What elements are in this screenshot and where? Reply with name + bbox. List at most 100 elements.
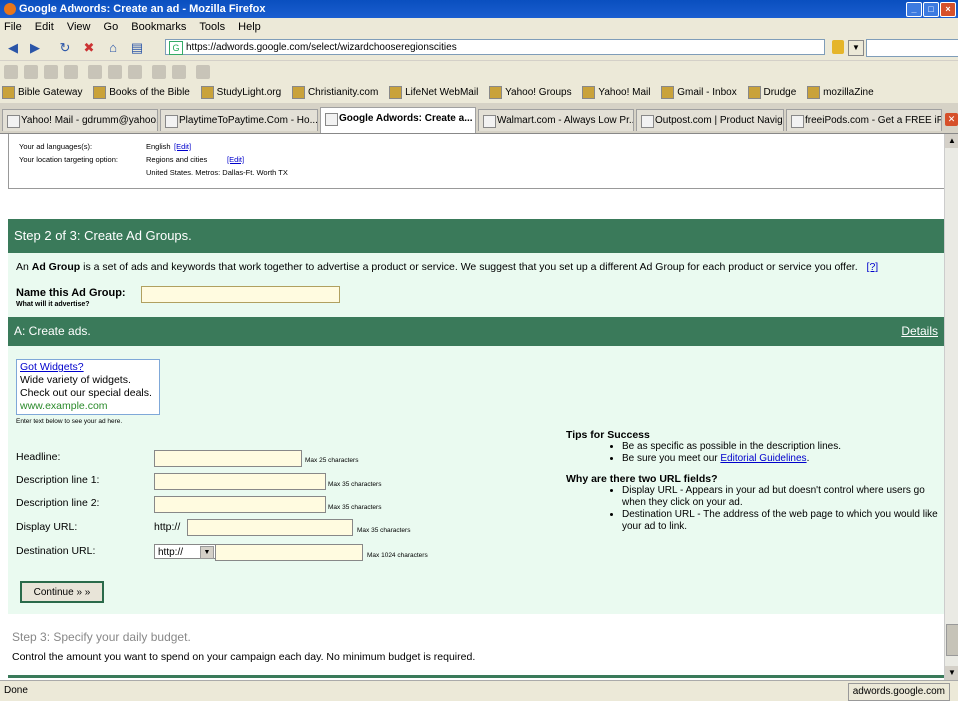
bookmark-item[interactable]: Books of the Bible <box>91 83 190 103</box>
location-value: Regions and cities <box>146 155 208 164</box>
location-label: Your location targeting option: <box>19 155 118 164</box>
ad-group-name-label: Name this Ad Group: <box>16 287 126 299</box>
search-input[interactable] <box>866 39 958 57</box>
bookmark-favicon-icon <box>2 85 15 99</box>
headline-input[interactable] <box>154 450 302 467</box>
headline-max: Max 25 characters <box>305 457 359 464</box>
cut-icon[interactable] <box>24 65 38 79</box>
tab-strip: Yahoo! Mail - gdrumm@yahoo... PlaytimeTo… <box>0 103 958 134</box>
tab-favicon-icon <box>7 115 20 128</box>
desc2-input[interactable] <box>154 496 326 513</box>
bookmark-item[interactable]: StudyLight.org <box>199 83 282 103</box>
status-text: Done <box>4 685 28 696</box>
bookmark-label: Bible Gateway <box>18 87 83 98</box>
bookmark-favicon-icon <box>661 85 675 99</box>
display-url-input[interactable] <box>187 519 353 536</box>
mail-icon[interactable] <box>152 65 166 79</box>
bookmark-favicon-icon <box>582 85 596 99</box>
menu-edit[interactable]: Edit <box>35 21 54 33</box>
back-icon[interactable]: ◀ <box>4 39 22 57</box>
desc1-label: Description line 1: <box>16 474 100 486</box>
tab-walmart[interactable]: Walmart.com - Always Low Pr... <box>478 109 634 131</box>
window-title: Google Adwords: Create an ad - Mozilla F… <box>19 3 266 15</box>
home-icon[interactable]: ⌂ <box>104 39 122 57</box>
display-url-max: Max 35 characters <box>357 527 411 534</box>
new-icon[interactable] <box>4 65 18 79</box>
copy-icon[interactable] <box>44 65 58 79</box>
bookmark-item[interactable]: Yahoo! Groups <box>487 83 572 103</box>
menu-bookmarks[interactable]: Bookmarks <box>131 21 186 33</box>
bookmark-item[interactable]: Gmail - Inbox <box>659 83 737 103</box>
status-bar: Done adwords.google.com <box>0 680 958 701</box>
location-edit-link[interactable]: [Edit] <box>227 155 244 164</box>
menu-tools[interactable]: Tools <box>199 21 225 33</box>
url-dropdown-icon[interactable]: ▼ <box>848 40 864 56</box>
destination-url-input[interactable] <box>215 544 363 561</box>
menu-view[interactable]: View <box>67 21 91 33</box>
scroll-down-icon[interactable]: ▼ <box>945 666 958 680</box>
bookmark-label: Christianity.com <box>307 87 379 98</box>
stop-icon[interactable]: ✖ <box>80 39 98 57</box>
bookmark-favicon-icon <box>747 85 761 99</box>
bookmark-label: Books of the Bible <box>109 87 190 98</box>
printer-icon[interactable] <box>196 65 210 79</box>
address-bar[interactable]: G https://adwords.google.com/select/wiza… <box>165 39 825 55</box>
preview-headline[interactable]: Got Widgets? <box>20 361 156 374</box>
display-url-prefix: http:// <box>154 521 181 533</box>
scrollbar-thumb[interactable] <box>946 624 958 656</box>
forward-icon[interactable]: ▶ <box>26 39 44 57</box>
menu-go[interactable]: Go <box>104 21 119 33</box>
bookmark-item[interactable]: LifeNet WebMail <box>387 83 478 103</box>
vertical-scrollbar[interactable]: ▲ ▼ <box>944 134 958 680</box>
paste-icon[interactable] <box>64 65 78 79</box>
bookmark-label: Drudge <box>763 87 797 98</box>
protocol-select-value: http:// <box>158 547 184 558</box>
window-controls: _ □ × <box>906 2 956 17</box>
print-icon[interactable] <box>88 65 102 79</box>
page-content: Your ad languages(s): English [Edit] You… <box>0 134 944 680</box>
bookmark-item[interactable]: Bible Gateway <box>0 83 82 103</box>
menu-help[interactable]: Help <box>238 21 261 33</box>
tab-yahoo-mail[interactable]: Yahoo! Mail - gdrumm@yahoo... <box>2 109 158 131</box>
bookmark-icon[interactable] <box>128 65 142 79</box>
bookmark-label: StudyLight.org <box>216 87 282 98</box>
ad-group-name-input[interactable] <box>141 286 340 303</box>
downloads-icon[interactable] <box>172 65 186 79</box>
intro-bold: Ad Group <box>31 261 81 273</box>
location-detail: United States. Metros: Dallas-Ft. Worth … <box>146 168 288 177</box>
continue-button[interactable]: Continue » » <box>20 581 104 603</box>
preview-line1: Wide variety of widgets. <box>20 374 131 386</box>
bookmark-item[interactable]: Yahoo! Mail <box>580 83 650 103</box>
tip-period: . <box>806 453 810 464</box>
menu-file[interactable]: File <box>4 21 22 33</box>
close-tab-icon[interactable]: ✕ <box>945 113 958 126</box>
tab-outpost[interactable]: Outpost.com | Product Navig... <box>636 109 784 131</box>
reload-icon[interactable]: ↻ <box>56 39 74 57</box>
editorial-guidelines-link[interactable]: Editorial Guidelines <box>720 453 806 464</box>
desc1-input[interactable] <box>154 473 326 490</box>
lang-edit-link[interactable]: [Edit] <box>174 142 191 151</box>
protocol-select[interactable]: http:// ▼ <box>154 544 216 559</box>
tip-item: Be as specific as possible in the descri… <box>622 441 938 453</box>
destination-url-label: Destination URL: <box>16 545 96 557</box>
close-window-button[interactable]: × <box>940 2 956 17</box>
bookmark-item[interactable]: Christianity.com <box>290 83 378 103</box>
bookmark-item[interactable]: Drudge <box>746 83 797 103</box>
help-link[interactable]: [?] <box>867 261 879 273</box>
details-link[interactable]: Details <box>901 317 938 346</box>
scroll-up-icon[interactable]: ▲ <box>945 134 958 148</box>
maximize-button[interactable]: □ <box>923 2 939 17</box>
desc2-label: Description line 2: <box>16 497 100 509</box>
padlock-icon[interactable] <box>832 40 844 54</box>
history-icon[interactable]: ▤ <box>128 39 146 57</box>
tab-playtime[interactable]: PlaytimeToPaytime.Com - Ho... <box>160 109 318 131</box>
tab-favicon-icon <box>641 115 654 128</box>
tab-freeipods[interactable]: freeiPods.com - Get a FREE iP... <box>786 109 942 131</box>
minimize-button[interactable]: _ <box>906 2 922 17</box>
tab-label: PlaytimeToPaytime.Com - Ho... <box>179 115 318 126</box>
tip-item: Be sure you meet our Editorial Guideline… <box>622 453 938 465</box>
bookmark-item[interactable]: mozillaZine <box>805 83 874 103</box>
tab-google-adwords[interactable]: Google Adwords: Create a... <box>320 107 476 133</box>
preview-icon[interactable] <box>108 65 122 79</box>
chevron-down-icon[interactable]: ▼ <box>200 546 214 559</box>
